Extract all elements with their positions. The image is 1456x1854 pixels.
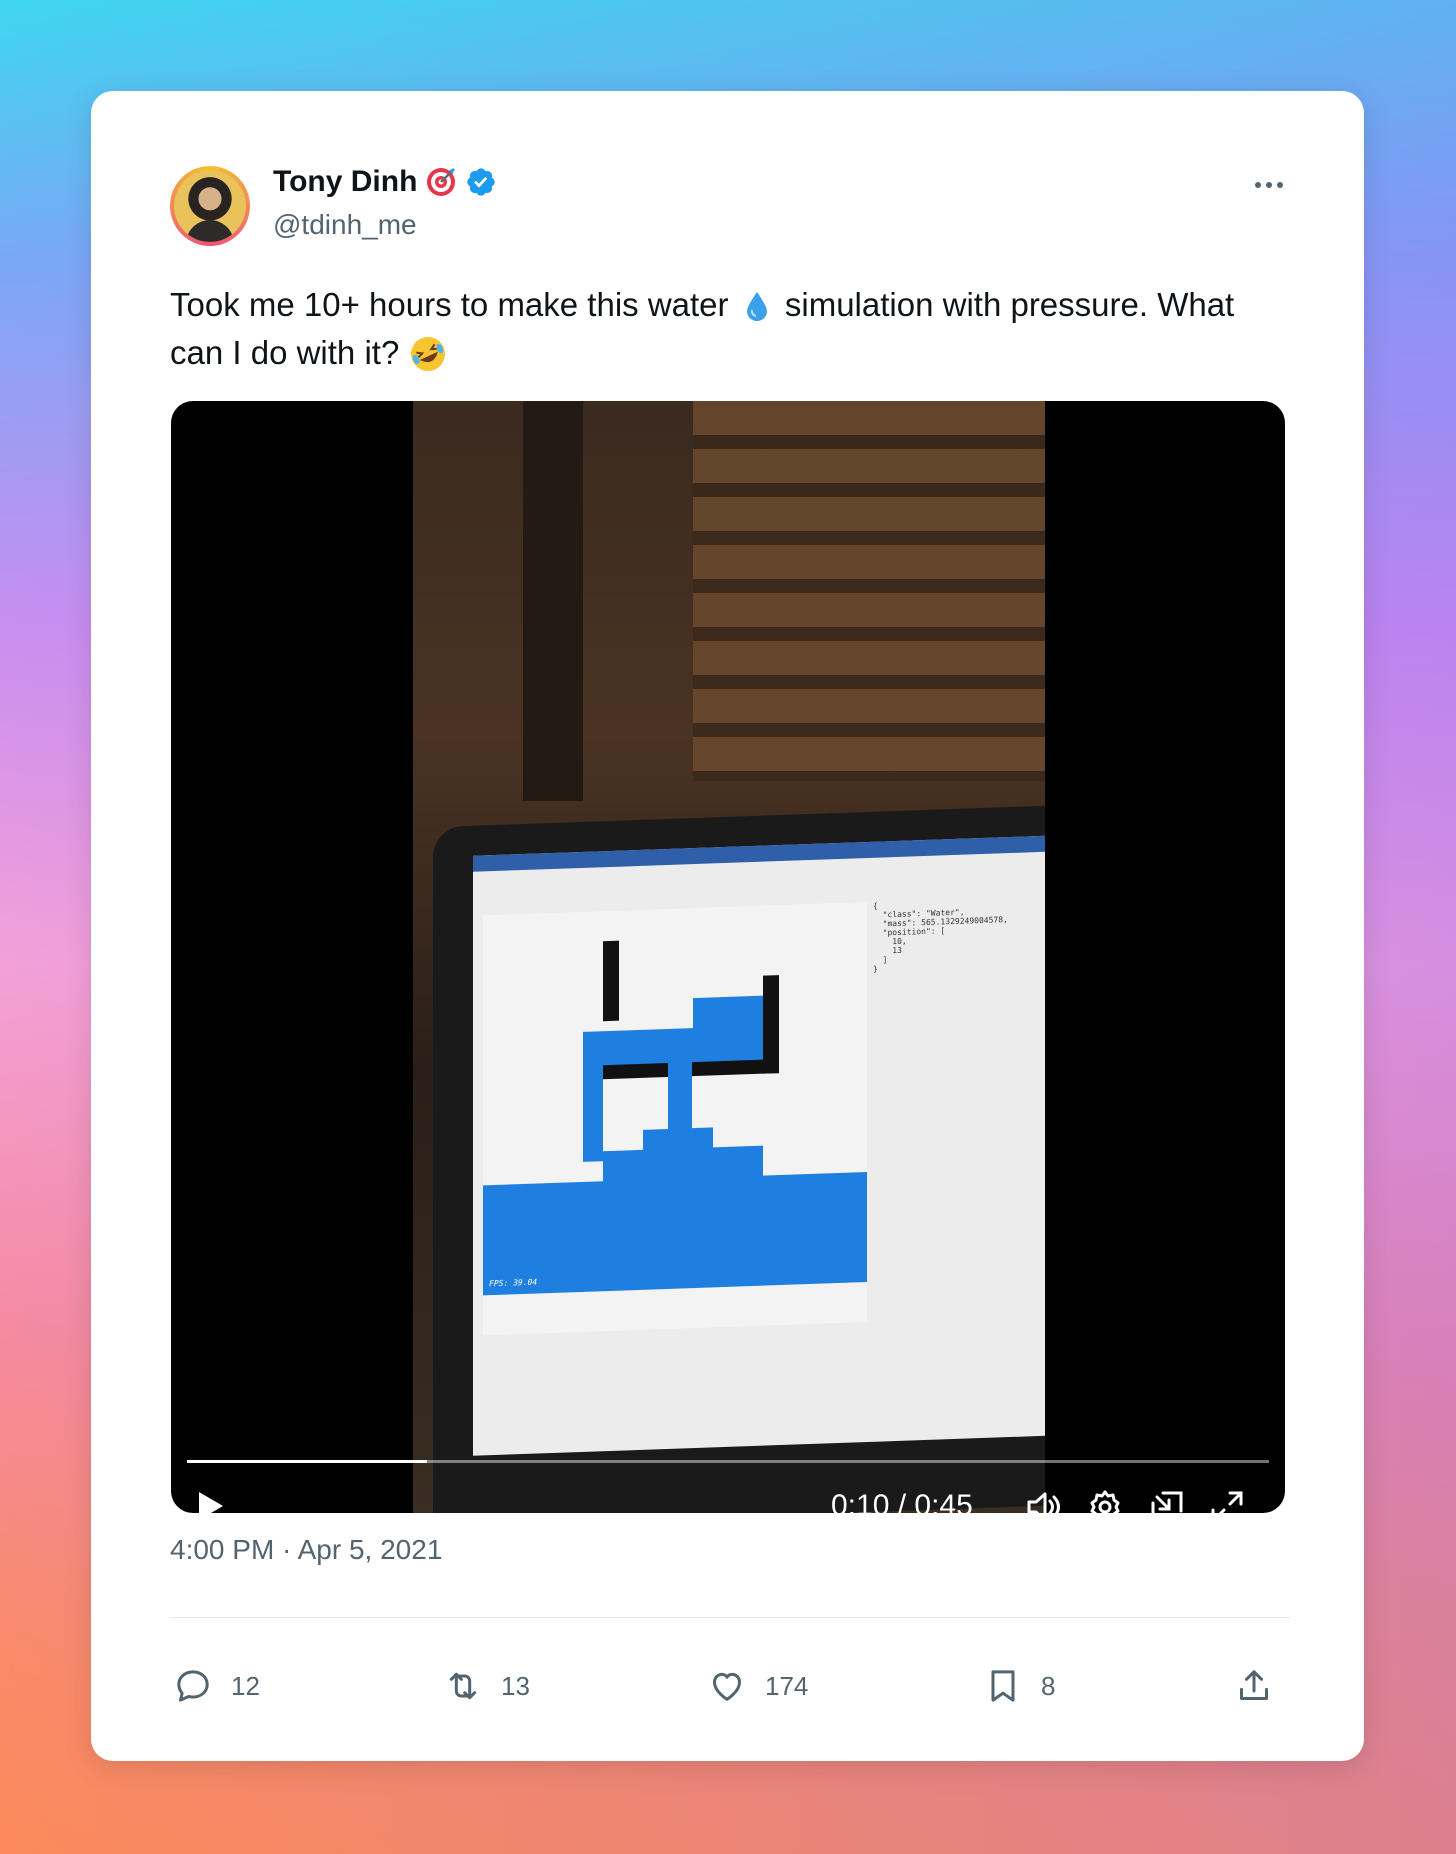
- tweet-text: Took me 10+ hours to make this water sim…: [170, 281, 1290, 377]
- avatar-photo: [174, 170, 246, 242]
- wall-block: [603, 940, 619, 1022]
- repost-count: 13: [501, 1670, 530, 1701]
- dot-icon: [1255, 182, 1261, 188]
- fullscreen-icon[interactable]: [1209, 1489, 1245, 1513]
- bookmark-button[interactable]: 8: [983, 1666, 1055, 1706]
- repost-button[interactable]: 13: [443, 1666, 530, 1706]
- video-progress-fill: [187, 1460, 428, 1463]
- tweet-text-part1: Took me 10+ hours to make this water: [170, 286, 729, 323]
- verified-badge-icon[interactable]: [465, 166, 497, 198]
- volume-icon[interactable]: [1023, 1487, 1063, 1513]
- more-options-button[interactable]: [1249, 175, 1289, 195]
- like-button[interactable]: 174: [707, 1666, 808, 1706]
- simulation-canvas: FPS: 39.04: [483, 902, 867, 1336]
- author-handle[interactable]: @tdinh_me: [273, 209, 417, 241]
- video-time: 0:10 / 0:45: [831, 1489, 973, 1513]
- repost-icon: [449, 1672, 477, 1700]
- reply-icon: [177, 1670, 209, 1702]
- video-progress-bar[interactable]: [187, 1460, 1269, 1463]
- divider: [170, 1617, 1290, 1618]
- author-name[interactable]: Tony Dinh: [273, 165, 417, 199]
- door-frame: [523, 401, 583, 801]
- like-count: 174: [765, 1670, 809, 1701]
- share-button[interactable]: [1234, 1666, 1274, 1706]
- video-frame: FPS: 39.04 { "class": "Water", "mass": 5…: [413, 401, 1045, 1513]
- json-inspector: { "class": "Water", "mass": 565.13292490…: [873, 901, 1008, 974]
- tweet-card: Tony Dinh @tdinh_me Took me 10+ hours to…: [91, 91, 1364, 1761]
- tweet-timestamp[interactable]: 4:00 PM · Apr 5, 2021: [170, 1534, 442, 1566]
- avatar-shoulders: [186, 220, 234, 242]
- reply-count: 12: [231, 1670, 260, 1701]
- laptop: FPS: 39.04 { "class": "Water", "mass": 5…: [433, 804, 1045, 1513]
- water-block: [583, 1061, 603, 1162]
- water-block: [693, 995, 763, 1039]
- rolling-laughing-emoji-icon: [411, 337, 446, 371]
- mac-menubar: [473, 834, 1045, 872]
- dot-icon: [1266, 182, 1272, 188]
- video-player[interactable]: FPS: 39.04 { "class": "Water", "mass": 5…: [171, 401, 1285, 1513]
- wall-block: [763, 975, 779, 1074]
- window-blinds: [693, 401, 1045, 781]
- heart-icon: [713, 1672, 741, 1701]
- laptop-screen: FPS: 39.04 { "class": "Water", "mass": 5…: [473, 834, 1045, 1456]
- water-block: [668, 1058, 692, 1139]
- fps-counter: FPS: 39.04: [489, 1277, 538, 1289]
- direct-hit-emoji-icon: [427, 168, 456, 196]
- bookmark-count: 8: [1041, 1670, 1056, 1701]
- share-icon: [1240, 1670, 1268, 1700]
- author-row: Tony Dinh: [273, 165, 497, 199]
- dot-icon: [1277, 182, 1283, 188]
- play-icon[interactable]: [195, 1489, 227, 1513]
- picture-in-picture-icon[interactable]: [1149, 1489, 1185, 1513]
- settings-gear-icon[interactable]: [1087, 1489, 1123, 1513]
- avatar[interactable]: [170, 166, 250, 246]
- droplet-emoji-icon: [746, 292, 767, 321]
- bookmark-icon: [991, 1670, 1015, 1702]
- reply-button[interactable]: 12: [173, 1666, 260, 1706]
